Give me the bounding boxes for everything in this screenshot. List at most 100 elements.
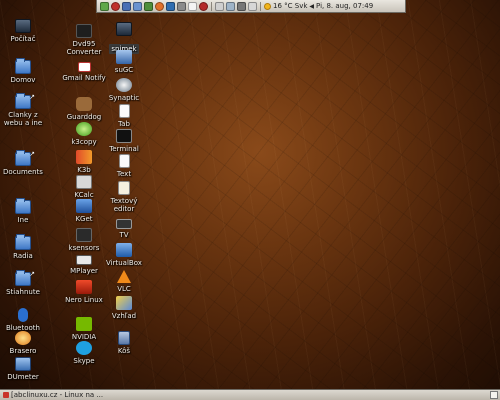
appearance-icon <box>116 296 132 310</box>
desktop-icon-label: Radia <box>13 252 33 260</box>
desktop-icon-dumeter[interactable]: DUmeter <box>0 357 46 381</box>
folder-icon: ↗ <box>15 270 35 286</box>
home-folder-icon <box>15 58 31 74</box>
folder-icon: ↗ <box>15 150 35 166</box>
screenshot-icon[interactable] <box>177 1 186 11</box>
show-desktop-button[interactable] <box>490 391 498 399</box>
messenger-icon[interactable] <box>144 1 153 11</box>
desktop-icon-label: Domov <box>10 76 36 84</box>
skype-icon <box>76 341 92 355</box>
nvidia-icon <box>76 317 92 331</box>
firefox-icon[interactable] <box>155 1 164 11</box>
desktop-icon-label: Počítač <box>10 35 36 43</box>
power-icon[interactable] <box>111 1 120 11</box>
mplayer-icon <box>76 255 92 265</box>
desktop-icon-stiahnute[interactable]: ↗ Stiahnute <box>0 270 46 296</box>
image-icon <box>116 22 132 36</box>
desktop-icon-label: Brasero <box>9 347 37 355</box>
calculator-icon <box>76 175 92 189</box>
thunderbird-icon[interactable] <box>166 1 175 11</box>
download-icon <box>76 199 92 213</box>
desktop-icon-label: VirtualBox <box>106 259 142 267</box>
weather-label[interactable]: 16 °C Svk <box>273 2 307 10</box>
desktop-icon-bluetooth[interactable]: Bluetooth <box>0 308 46 332</box>
desktop-icon-label: Text <box>116 170 132 178</box>
top-panel: 16 °C Svk ◀ Pi, 8. aug, 07:49 <box>96 0 406 13</box>
desktop-icon-label: suGC <box>114 66 134 74</box>
text-editor-icon <box>118 181 130 195</box>
desktop-icon-ine[interactable]: Ine <box>0 198 46 224</box>
desktop-icon-vzhlad[interactable]: Vzhľad <box>101 296 147 320</box>
desktop-icon-label: Vzhľad <box>111 312 137 320</box>
volume-icon[interactable]: ◀ <box>309 3 314 10</box>
menu-icon[interactable] <box>100 1 109 11</box>
guarddog-icon <box>76 97 92 111</box>
clock[interactable]: Pi, 8. aug, 07:49 <box>316 2 373 10</box>
tv-icon <box>116 219 132 229</box>
task-button-browser[interactable]: [abclinuxu.cz - Linux na ... <box>3 391 103 399</box>
desktop-icon-home[interactable]: Domov <box>0 58 46 84</box>
document-icon <box>118 104 130 118</box>
folder-icon <box>15 234 31 250</box>
desktop-icon-label: Documents <box>3 168 43 176</box>
desktop-icon-label: Synaptic <box>108 94 140 102</box>
bluetooth-icon <box>18 308 28 322</box>
desktop-icon-terminal[interactable]: Terminal <box>101 129 147 153</box>
desktop-icon-tv[interactable]: TV <box>101 219 147 239</box>
desktop-icon-documents[interactable]: ↗ Documents <box>0 150 46 176</box>
virtualbox-icon <box>116 243 132 257</box>
desktop-icon-text-editor[interactable]: Textový editor <box>101 181 147 213</box>
desktop-icon-label: Ine <box>17 216 29 224</box>
desktop-icon-label: DUmeter <box>7 373 39 381</box>
sugc-icon <box>116 50 132 64</box>
opera-icon[interactable] <box>199 1 208 11</box>
k3b-icon <box>76 150 92 164</box>
k3copy-icon <box>76 122 92 136</box>
panel-separator <box>211 1 212 11</box>
sensors-icon <box>76 228 92 242</box>
desktop-icon-tab[interactable]: Tab <box>101 104 147 128</box>
panel-separator <box>260 1 261 11</box>
tray-icon[interactable] <box>215 1 224 11</box>
gmail-icon <box>77 62 91 72</box>
desktop-icon-label: TV <box>119 231 129 239</box>
desktop-icon-brasero[interactable]: Brasero <box>0 331 46 355</box>
desktop-icon-clanky[interactable]: ↗ Clanky z webu a ine <box>0 93 46 127</box>
desktop-icon-label: VLC <box>117 285 131 293</box>
computer-icon <box>15 19 31 33</box>
nero-icon <box>76 280 92 294</box>
workspace-icon[interactable] <box>122 1 131 11</box>
document-icon[interactable] <box>188 1 197 11</box>
desktop-icon-label: Tab <box>118 120 130 128</box>
terminal-icon <box>116 129 132 143</box>
desktop-icon-label: Stiahnute <box>6 288 40 296</box>
network-icon[interactable] <box>226 1 235 11</box>
link-arrow-icon: ↗ <box>29 150 35 158</box>
trash-icon <box>118 331 130 345</box>
task-button-label: [abclinuxu.cz - Linux na ... <box>11 391 104 399</box>
desktop-icon-synaptic[interactable]: Synaptic <box>101 78 147 102</box>
browser-icon[interactable] <box>133 1 142 11</box>
link-arrow-icon: ↗ <box>29 93 35 101</box>
weather-sun-icon <box>264 2 271 10</box>
text-icon <box>118 154 130 168</box>
folder-icon <box>15 198 31 214</box>
clipboard-icon[interactable] <box>248 1 257 11</box>
dumeter-icon <box>15 357 31 371</box>
desktop-icon-sugc[interactable]: suGC <box>101 50 147 74</box>
desktop-icon-label: Skype <box>73 357 95 365</box>
desktop-icon-radia[interactable]: Radia <box>0 234 46 260</box>
desktop-icon-virtualbox[interactable]: VirtualBox <box>101 243 147 267</box>
vlc-icon <box>117 270 131 283</box>
link-arrow-icon: ↗ <box>29 270 35 278</box>
desktop-icon-label: Textový editor <box>110 197 138 213</box>
desktop-icon-label: Clanky z webu a ine <box>3 111 43 127</box>
desktop-icon-vlc[interactable]: VLC <box>101 270 147 293</box>
browser-task-icon <box>3 392 9 398</box>
desktop-icon-text[interactable]: Text <box>101 154 147 178</box>
desktop-icon-computer[interactable]: Počítač <box>0 19 46 43</box>
desktop-icon-trash[interactable]: Kôš <box>101 331 147 355</box>
desktop-icon-label: Terminal <box>109 145 139 153</box>
bluetooth-tray-icon[interactable] <box>237 1 246 11</box>
folder-icon: ↗ <box>15 93 35 109</box>
